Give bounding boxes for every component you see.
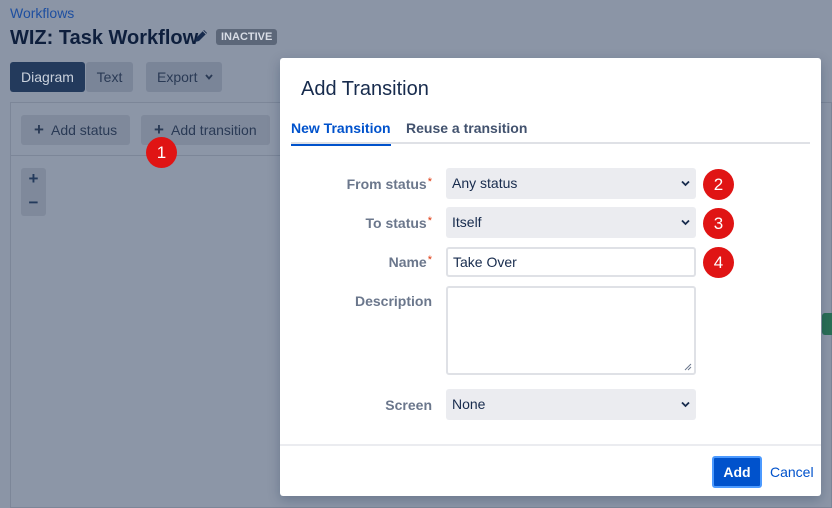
add-button[interactable]: Add bbox=[712, 456, 762, 488]
to-status-select[interactable]: Itself bbox=[446, 207, 696, 238]
description-label: Description bbox=[354, 293, 432, 309]
add-transition-dialog: Add Transition New Transition Reuse a tr… bbox=[280, 58, 821, 496]
step-marker-3: 3 bbox=[703, 208, 734, 239]
step-marker-4: 4 bbox=[703, 247, 734, 278]
resize-handle-icon[interactable] bbox=[684, 363, 692, 371]
page-title: WIZ: Task Workflow bbox=[10, 27, 199, 49]
step-marker-2: 2 bbox=[703, 169, 734, 200]
description-textarea[interactable] bbox=[446, 286, 696, 375]
step-marker-1: 1 bbox=[146, 137, 177, 168]
pencil-icon[interactable] bbox=[193, 28, 209, 44]
add-status-label: Add status bbox=[51, 122, 118, 138]
chevron-down-icon bbox=[681, 180, 690, 187]
screen-value: None bbox=[452, 396, 486, 412]
cancel-button[interactable]: Cancel bbox=[770, 464, 814, 480]
dialog-title: Add Transition bbox=[301, 78, 429, 100]
chevron-down-icon bbox=[681, 401, 690, 408]
name-input[interactable]: Take Over bbox=[446, 247, 696, 277]
to-status-label: To status* bbox=[365, 215, 432, 231]
chevron-down-icon bbox=[681, 219, 690, 226]
add-transition-label: Add transition bbox=[171, 122, 257, 138]
tab-reuse-transition[interactable]: Reuse a transition bbox=[406, 120, 527, 144]
status-badge: INACTIVE bbox=[216, 29, 278, 45]
to-status-value: Itself bbox=[452, 214, 482, 230]
from-status-label: From status* bbox=[346, 176, 432, 192]
plus-icon: + bbox=[34, 120, 44, 139]
breadcrumb[interactable]: Workflows bbox=[10, 5, 74, 21]
required-mark: * bbox=[427, 215, 432, 227]
tab-new-transition[interactable]: New Transition bbox=[291, 120, 391, 146]
name-label: Name* bbox=[388, 254, 432, 270]
required-mark: * bbox=[427, 176, 432, 188]
status-node-edge bbox=[822, 313, 832, 335]
from-status-select[interactable]: Any status bbox=[446, 168, 696, 199]
chevron-down-icon bbox=[205, 74, 213, 80]
screen-select[interactable]: None bbox=[446, 389, 696, 420]
dialog-tabs: New Transition Reuse a transition bbox=[291, 120, 810, 146]
export-label: Export bbox=[157, 69, 198, 85]
screen-label: Screen bbox=[385, 397, 432, 413]
add-status-button[interactable]: + Add status bbox=[21, 115, 130, 145]
from-status-value: Any status bbox=[452, 175, 518, 191]
tab-diagram[interactable]: Diagram bbox=[10, 62, 85, 92]
export-dropdown[interactable]: Export bbox=[146, 62, 222, 92]
zoom-out-button[interactable]: − bbox=[21, 192, 46, 216]
required-mark: * bbox=[427, 254, 432, 266]
tab-text[interactable]: Text bbox=[86, 62, 133, 92]
zoom-in-button[interactable]: + bbox=[21, 168, 46, 192]
